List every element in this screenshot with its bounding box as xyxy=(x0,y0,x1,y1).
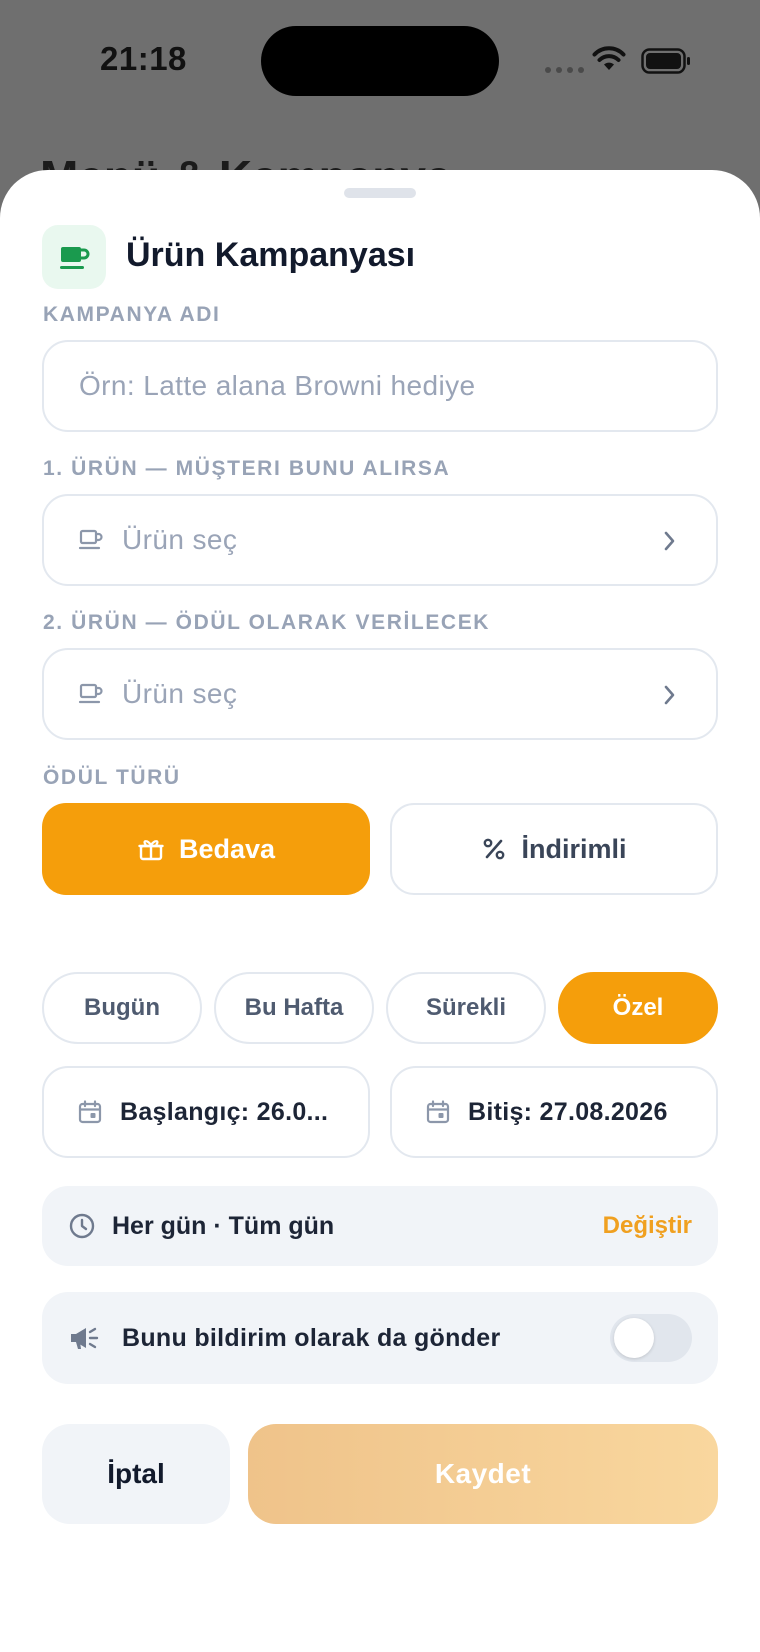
reward-free-button[interactable]: Bedava xyxy=(42,803,370,895)
calendar-icon xyxy=(76,1098,104,1126)
notification-panel: Bunu bildirim olarak da gönder xyxy=(42,1292,718,1384)
start-date-button[interactable]: Başlangıç: 26.0... xyxy=(42,1066,370,1158)
product-1-label: 1. ÜRÜN — MÜŞTERI BUNU ALIRSA xyxy=(43,457,451,480)
campaign-name-placeholder: Örn: Latte alana Browni hediye xyxy=(79,370,476,401)
megaphone-icon xyxy=(68,1324,100,1352)
end-date-button[interactable]: Bitiş: 27.08.2026 xyxy=(390,1066,718,1158)
status-bar: 21:18 xyxy=(0,0,760,130)
notification-text: Bunu bildirim olarak da gönder xyxy=(122,1323,501,1352)
schedule-text: Her gün · Tüm gün xyxy=(112,1211,335,1240)
campaign-name-input[interactable]: Örn: Latte alana Browni hediye xyxy=(42,340,718,432)
reward-type-label: ÖDÜL TÜRÜ xyxy=(43,766,181,789)
reward-discount-label: İndirimli xyxy=(521,833,627,864)
battery-icon xyxy=(641,48,690,74)
reward-free-label: Bedava xyxy=(178,833,276,864)
clock-icon xyxy=(68,1212,96,1240)
cellular-signal-icon xyxy=(545,67,584,73)
campaign-sheet: Ürün Kampanyası KAMPANYA ADI Örn: Latte … xyxy=(0,170,760,1652)
schedule-change-link[interactable]: Değiştir xyxy=(603,1212,692,1240)
save-button[interactable]: Kaydet xyxy=(248,1424,718,1524)
period-chip-today[interactable]: Bugün xyxy=(42,972,202,1044)
cancel-button[interactable]: İptal xyxy=(42,1424,230,1524)
sheet-grabber[interactable] xyxy=(344,188,416,198)
reward-discount-button[interactable]: İndirimli xyxy=(390,803,718,895)
cup-icon xyxy=(76,679,106,709)
gift-icon xyxy=(138,840,164,861)
wifi-icon xyxy=(592,46,626,70)
dynamic-island xyxy=(261,26,499,96)
end-date-text: Bitiş: 27.08.2026 xyxy=(468,1097,668,1126)
sheet-title: Ürün Kampanyası xyxy=(126,236,416,274)
chevron-right-icon xyxy=(664,685,675,705)
product-2-select[interactable]: Ürün seç xyxy=(42,648,718,740)
percent-icon xyxy=(484,838,505,860)
period-chip-custom[interactable]: Özel xyxy=(558,972,718,1044)
cup-icon xyxy=(76,525,106,555)
product-1-select[interactable]: Ürün seç xyxy=(42,494,718,586)
toggle-knob xyxy=(614,1318,654,1358)
schedule-panel: Her gün · Tüm gün Değiştir xyxy=(42,1186,718,1266)
period-chip-this-week[interactable]: Bu Hafta xyxy=(214,972,374,1044)
coffee-cup-icon xyxy=(42,225,106,289)
period-chip-permanent[interactable]: Sürekli xyxy=(386,972,546,1044)
notification-toggle[interactable] xyxy=(610,1314,692,1362)
start-date-text: Başlangıç: 26.0... xyxy=(120,1097,329,1126)
product-2-placeholder: Ürün seç xyxy=(122,678,238,709)
product-1-placeholder: Ürün seç xyxy=(122,524,238,555)
campaign-name-label: KAMPANYA ADI xyxy=(43,303,221,326)
status-time: 21:18 xyxy=(100,40,187,77)
calendar-icon xyxy=(424,1098,452,1126)
product-2-label: 2. ÜRÜN — ÖDÜL OLARAK VERİLECEK xyxy=(43,611,491,634)
chevron-right-icon xyxy=(664,531,675,551)
